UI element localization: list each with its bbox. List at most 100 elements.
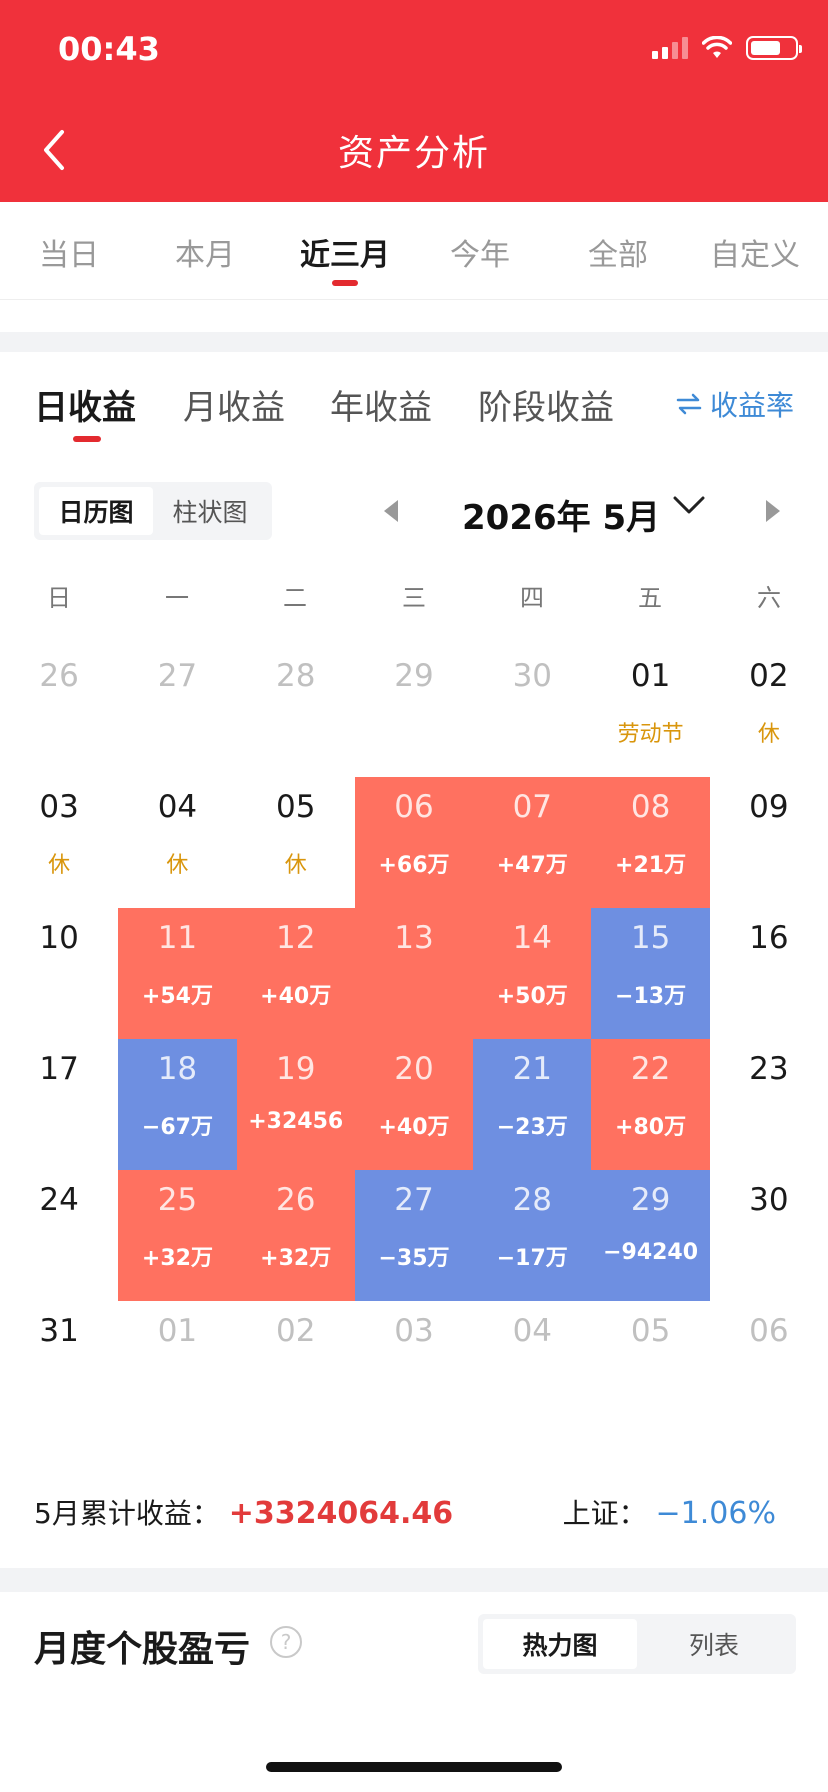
help-icon[interactable]: ? xyxy=(270,1626,302,1658)
list-view-button[interactable]: 列表 xyxy=(637,1619,791,1669)
day-number: 28 xyxy=(275,658,316,694)
calendar-day-cell[interactable]: 30 xyxy=(473,646,591,777)
day-profit: −67万 xyxy=(141,1115,213,1140)
calendar-day-cell[interactable]: 02 xyxy=(237,1301,355,1432)
day-number: 17 xyxy=(39,1051,79,1087)
day-profit: +54万 xyxy=(141,984,213,1009)
tab-yearly-profit[interactable]: 年收益 xyxy=(330,380,432,429)
day-profit: +32万 xyxy=(141,1246,213,1271)
calendar-day-cell[interactable]: 05 休 xyxy=(237,777,355,908)
day-profit: +32万 xyxy=(260,1246,332,1271)
day-number: 03 xyxy=(394,1313,434,1349)
day-profit: +21万 xyxy=(615,853,687,878)
holiday-label: 休 xyxy=(48,853,71,878)
day-number: 15 xyxy=(630,920,671,956)
calendar-day-cell[interactable]: 29 −94240 xyxy=(591,1170,710,1301)
calendar-day-cell[interactable]: 20 +40万 xyxy=(354,1039,474,1170)
calendar-day-cell[interactable]: 12 +40万 xyxy=(236,908,355,1039)
month-label[interactable]: 2026年 5月 xyxy=(462,490,660,539)
day-profit: +40万 xyxy=(260,984,332,1009)
calendar-day-cell[interactable]: 06 +66万 xyxy=(354,777,474,908)
calendar-day-cell[interactable]: 26 xyxy=(0,646,118,777)
calendar-day-cell[interactable]: 07 +47万 xyxy=(473,777,592,908)
cellular-signal-icon xyxy=(652,37,688,59)
calendar-day-cell[interactable]: 28 −17万 xyxy=(473,1170,592,1301)
calendar-day-cell[interactable]: 03 休 xyxy=(0,777,118,908)
calendar-day-cell[interactable]: 16 xyxy=(710,908,828,1039)
calendar-day-cell[interactable]: 02 休 xyxy=(710,646,828,777)
tab-custom[interactable]: 自定义 xyxy=(700,230,810,274)
calendar-day-cell[interactable]: 15 −13万 xyxy=(591,908,710,1039)
day-profit: +66万 xyxy=(378,853,450,878)
prev-month-icon[interactable] xyxy=(384,500,398,522)
calendar-day-cell[interactable]: 18 −67万 xyxy=(118,1039,237,1170)
calendar-day-cell[interactable]: 11 +54万 xyxy=(118,908,237,1039)
chevron-down-icon[interactable] xyxy=(672,494,706,518)
calendar-view-button[interactable]: 日历图 xyxy=(39,487,153,535)
calendar-day-cell[interactable]: 04 xyxy=(473,1301,591,1432)
tab-monthly-profit[interactable]: 月收益 xyxy=(183,380,285,429)
holiday-label: 休 xyxy=(284,853,307,878)
calendar-day-cell[interactable]: 31 xyxy=(0,1301,118,1432)
month-total-profit: 5月累计收益： +3324064.46 xyxy=(34,1492,453,1532)
tab-stage-profit[interactable]: 阶段收益 xyxy=(478,380,614,429)
day-number: 01 xyxy=(630,658,671,694)
next-month-icon[interactable] xyxy=(766,500,780,522)
calendar-day-cell[interactable]: 19 +32456 xyxy=(236,1039,355,1170)
calendar-day-cell[interactable]: 05 xyxy=(591,1301,709,1432)
period-tabs: 当日 本月 近三月 今年 全部 自定义 xyxy=(0,202,828,300)
day-number: 27 xyxy=(394,1182,434,1218)
tab-this-year[interactable]: 今年 xyxy=(425,230,535,274)
calendar-day-cell[interactable]: 14 +50万 xyxy=(473,908,592,1039)
day-profit: +47万 xyxy=(496,853,568,878)
calendar-day-cell[interactable]: 30 xyxy=(710,1170,828,1301)
day-number: 26 xyxy=(275,1182,316,1218)
calendar-day-cell[interactable]: 06 xyxy=(710,1301,828,1432)
calendar-day-cell[interactable]: 13 xyxy=(354,908,474,1039)
day-profit: +50万 xyxy=(496,984,568,1009)
tab-all[interactable]: 全部 xyxy=(563,230,673,274)
day-number: 27 xyxy=(157,658,198,694)
month-total-label: 5月累计收益： xyxy=(34,1497,220,1530)
calendar-day-cell[interactable]: 04 休 xyxy=(118,777,236,908)
weekday-label: 六 xyxy=(757,584,781,612)
day-profit: +40万 xyxy=(378,1115,450,1140)
day-number: 03 xyxy=(39,789,79,825)
calendar-day-cell[interactable]: 27 −35万 xyxy=(354,1170,474,1301)
calendar-day-cell[interactable]: 29 xyxy=(355,646,473,777)
calendar-day-cell[interactable]: 28 xyxy=(237,646,355,777)
calendar-day-cell[interactable]: 01 劳动节 xyxy=(591,646,709,777)
calendar-day-cell[interactable]: 24 xyxy=(0,1170,118,1301)
tab-three-months[interactable]: 近三月 xyxy=(290,230,400,274)
day-number: 12 xyxy=(275,920,316,956)
heatmap-view-button[interactable]: 热力图 xyxy=(483,1619,637,1669)
app-header: 00:43 资产分析 xyxy=(0,0,828,202)
day-number: 22 xyxy=(630,1051,671,1087)
rate-label: 收益率 xyxy=(709,389,794,422)
day-number: 23 xyxy=(749,1051,789,1087)
rate-toggle-button[interactable]: 收益率 xyxy=(676,384,794,424)
calendar-day-cell[interactable]: 10 xyxy=(0,908,118,1039)
calendar-day-cell[interactable]: 08 +21万 xyxy=(591,777,710,908)
day-number: 29 xyxy=(394,658,434,694)
calendar-day-cell[interactable]: 26 +32万 xyxy=(236,1170,355,1301)
calendar-day-cell[interactable]: 01 xyxy=(118,1301,236,1432)
tab-this-month[interactable]: 本月 xyxy=(150,230,260,274)
tab-daily-profit[interactable]: 日收益 xyxy=(34,380,136,429)
day-number: 25 xyxy=(157,1182,198,1218)
calendar-day-cell[interactable]: 25 +32万 xyxy=(118,1170,237,1301)
calendar-day-cell[interactable]: 23 xyxy=(710,1039,828,1170)
calendar-day-cell[interactable]: 21 −23万 xyxy=(473,1039,592,1170)
calendar-day-cell[interactable]: 09 xyxy=(710,777,828,908)
bar-view-button[interactable]: 柱状图 xyxy=(153,487,267,535)
day-number: 02 xyxy=(749,658,789,694)
weekday-label: 一 xyxy=(165,584,189,612)
calendar-day-cell[interactable]: 03 xyxy=(355,1301,473,1432)
calendar-day-cell[interactable]: 22 +80万 xyxy=(591,1039,710,1170)
calendar-day-cell[interactable]: 27 xyxy=(118,646,236,777)
calendar-day-cell[interactable]: 17 xyxy=(0,1039,118,1170)
day-number: 24 xyxy=(39,1182,79,1218)
day-number: 18 xyxy=(157,1051,198,1087)
day-profit: −23万 xyxy=(496,1115,568,1140)
tab-today[interactable]: 当日 xyxy=(14,230,124,274)
